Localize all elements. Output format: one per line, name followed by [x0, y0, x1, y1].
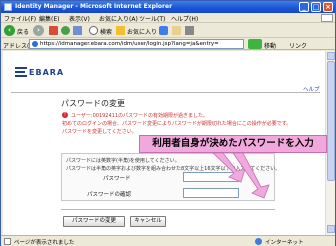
annotation-callout: 利用者自身が決めたパスワードを入力	[139, 135, 327, 153]
history-icon[interactable]	[159, 26, 168, 35]
minimize-button[interactable]: _	[299, 2, 309, 12]
back-arrow-icon[interactable]: ‹	[4, 25, 15, 36]
menu-view[interactable]: 表示(V)	[69, 14, 90, 23]
menu-tools[interactable]: ツール(T)	[139, 14, 165, 23]
error-message-line: 初めてのログインの場合、パスワード変更によりパスワードが期限切れた場合にこの操作…	[62, 121, 292, 127]
scroll-down-icon[interactable]	[327, 225, 335, 233]
rule-text: パスワードには英数字(半角)を使用してください。	[66, 158, 180, 164]
home-icon[interactable]	[73, 26, 82, 35]
password-confirm-label: パスワードの確認	[87, 192, 132, 198]
refresh-icon[interactable]	[61, 26, 70, 35]
error-icon: !	[62, 112, 68, 118]
back-button-label[interactable]: 戻る	[17, 27, 29, 38]
page-title: パスワードの変更	[61, 99, 125, 108]
logo-text: EBARA	[29, 68, 65, 77]
menu-edit[interactable]: 編集(E)	[39, 14, 59, 23]
scroll-thumb[interactable]	[327, 61, 335, 181]
scroll-up-icon[interactable]	[327, 52, 335, 60]
print-icon[interactable]	[185, 26, 194, 35]
title-bar: Identity Manager - Microsoft Internet Ex…	[1, 1, 335, 13]
password-field[interactable]	[183, 172, 239, 182]
window-title: Identity Manager - Microsoft Internet Ex…	[15, 3, 173, 10]
status-text: ページが表示されました	[14, 240, 75, 246]
address-bar: アドレス(D) https://idmanager.ebara.com/idm/…	[1, 38, 335, 50]
favorites-star-icon[interactable]	[116, 26, 125, 35]
password-confirm-field[interactable]	[183, 188, 239, 198]
browser-window: Identity Manager - Microsoft Internet Ex…	[0, 0, 336, 246]
password-label: パスワード	[103, 176, 131, 182]
page-done-icon	[4, 238, 11, 245]
address-url: https://idmanager.ebara.com/idm/user/log…	[40, 41, 219, 47]
error-message-line: ユーザー:00192411のパスワードの有効期限が過ぎました。	[71, 113, 209, 119]
forward-arrow-icon[interactable]: ›	[33, 25, 44, 36]
error-message-line: パスワードを変更してください。	[62, 129, 137, 135]
internet-zone-icon	[255, 238, 262, 245]
cancel-button[interactable]: キャンセル	[130, 216, 166, 227]
menu-favorites[interactable]: お気に入り(A)	[99, 14, 138, 23]
ie-page-icon	[4, 3, 12, 11]
header-divider	[11, 92, 319, 93]
change-password-button[interactable]: パスワードの変更	[63, 216, 125, 227]
address-input[interactable]: https://idmanager.ebara.com/idm/user/log…	[29, 39, 244, 49]
windows-flag-icon	[321, 14, 333, 22]
maximize-button[interactable]: □	[311, 2, 321, 12]
security-zone-label: インターネット	[265, 240, 304, 246]
favorites-button-label[interactable]: お気に入り	[127, 27, 157, 38]
page-globe-icon	[32, 41, 38, 47]
form-divider	[61, 209, 275, 210]
search-button-label[interactable]: 検索	[100, 27, 112, 38]
search-icon[interactable]	[89, 26, 98, 35]
rule-text: パスワードは半角の英字および数字を組み合わせた8文字以上16文字以下で入力してく…	[66, 166, 281, 172]
mail-icon[interactable]	[172, 26, 181, 35]
menu-bar: ファイル(F) 編集(E) 表示(V) お気に入り(A) ツール(T) ヘルプ(…	[1, 13, 335, 23]
menu-help[interactable]: ヘルプ(H)	[171, 14, 198, 23]
menu-file[interactable]: ファイル(F)	[4, 14, 36, 23]
close-button[interactable]: ×	[323, 2, 333, 12]
ebara-mark-icon	[15, 67, 27, 77]
stop-icon[interactable]	[49, 26, 58, 35]
go-button-label[interactable]: 移動	[264, 41, 276, 50]
toolbar: ‹ 戻る › 検索 お気に入り	[1, 23, 335, 38]
status-bar: ページが表示されました インターネット	[1, 235, 335, 246]
links-button[interactable]: リンク	[289, 41, 307, 50]
go-arrow-icon[interactable]	[248, 39, 262, 49]
